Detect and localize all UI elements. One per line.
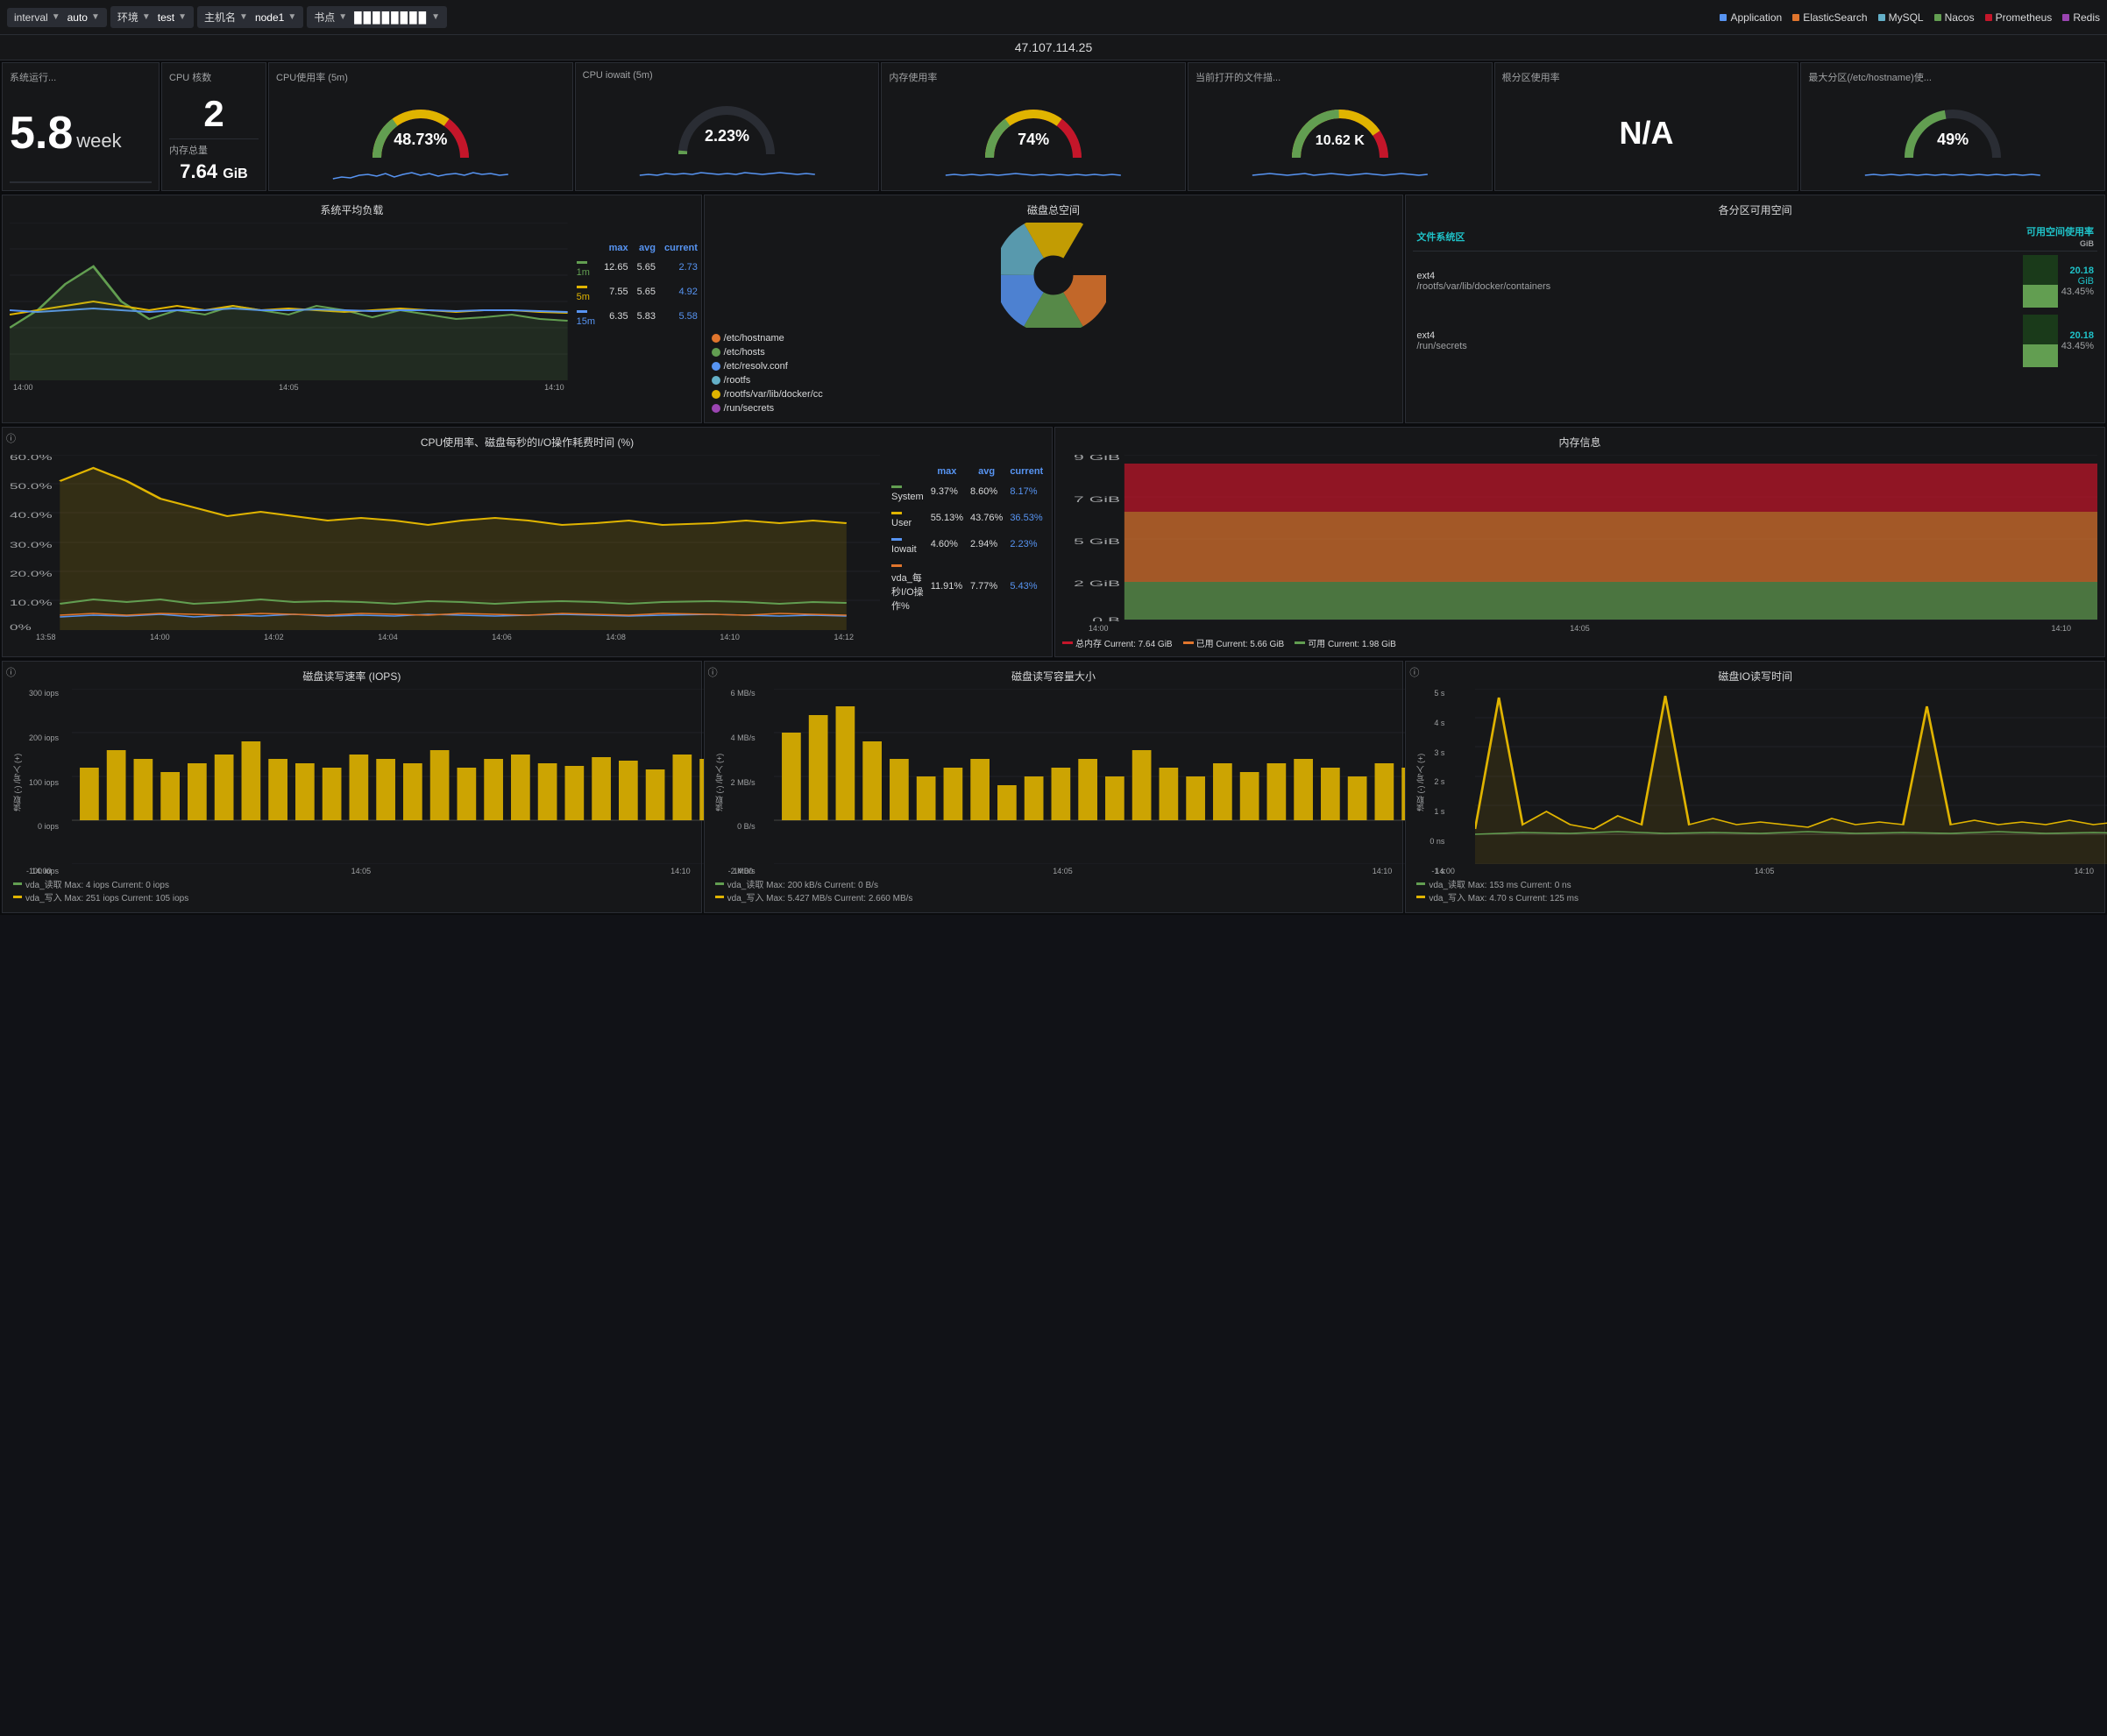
table-row: ext4/run/secrets 20.18 43.45% bbox=[1413, 311, 2097, 371]
elasticsearch-dot bbox=[1792, 14, 1799, 21]
mem-info-panel: 内存信息 9 GiB 7 GiB 5 GiB 2 GiB 0 B bbox=[1054, 427, 2105, 657]
cpu-cores-card: CPU 核数 2 内存总量 7.64 GiB bbox=[161, 62, 266, 191]
iops-info-icon: ⓘ bbox=[6, 665, 16, 679]
mem-gauge: 74% bbox=[889, 88, 1178, 167]
bottom-row: ⓘ 磁盘读写速率 (IOPS) 读取 (-) /写入 (+) 300 iops2… bbox=[0, 659, 2107, 915]
cpu5m-card: CPU使用率 (5m) 48.73% bbox=[268, 62, 573, 191]
svg-text:2 GiB: 2 GiB bbox=[1074, 579, 1120, 588]
nav-elasticsearch[interactable]: ElasticSearch bbox=[1792, 11, 1867, 24]
mem-usage-card: 内存使用率 74% bbox=[881, 62, 1186, 191]
nav-nacos[interactable]: Nacos bbox=[1934, 11, 1975, 24]
svg-text:50.0%: 50.0% bbox=[10, 482, 53, 491]
svg-text:20.0%: 20.0% bbox=[10, 570, 53, 578]
middle-row: 系统平均负载 bbox=[0, 193, 2107, 425]
svg-text:60.0%: 60.0% bbox=[10, 455, 53, 462]
cpu-io-panel: ⓘ CPU使用率、磁盘每秒的I/O操作耗费时间 (%) 60.0% 50.0% … bbox=[2, 427, 1053, 657]
nav-application[interactable]: Application bbox=[1720, 11, 1782, 24]
host-selector[interactable]: 主机名 ▼ node1 ▼ bbox=[197, 6, 303, 28]
nav-mysql[interactable]: MySQL bbox=[1878, 11, 1924, 24]
iops-panel: ⓘ 磁盘读写速率 (IOPS) 读取 (-) /写入 (+) 300 iops2… bbox=[2, 661, 702, 913]
svg-text:10.0%: 10.0% bbox=[10, 599, 53, 607]
max-partition-gauge: 49% bbox=[1808, 88, 2097, 167]
cpu-io-row: ⓘ CPU使用率、磁盘每秒的I/O操作耗费时间 (%) 60.0% 50.0% … bbox=[0, 425, 2107, 659]
svg-text:7 GiB: 7 GiB bbox=[1074, 495, 1120, 504]
svg-text:30.0%: 30.0% bbox=[10, 541, 53, 549]
svg-text:40.0%: 40.0% bbox=[10, 511, 53, 520]
stat-cards-row: 系统运行... 5.8 week CPU 核数 2 内存总量 7.64 GiB … bbox=[0, 60, 2107, 193]
application-dot bbox=[1720, 14, 1727, 21]
mem-legend: 总内存 Current: 7.64 GiB 已用 Current: 5.66 G… bbox=[1062, 636, 2097, 649]
env-selector[interactable]: 环境 ▼ test ▼ bbox=[110, 6, 194, 28]
interval-arrow: ▼ bbox=[52, 12, 60, 22]
host-banner: 47.107.114.25 bbox=[0, 35, 2107, 60]
partition-avail-panel: 各分区可用空间 文件系统区 可用空间使用率 GiB ext4/rootfs/va… bbox=[1405, 195, 2105, 423]
prometheus-dot bbox=[1985, 14, 1992, 21]
open-files-gauge: 10.62 K bbox=[1195, 88, 1485, 167]
nav-redis[interactable]: Redis bbox=[2062, 11, 2100, 24]
rw-size-panel: ⓘ 磁盘读写容量大小 读取 (-) /写入 (+) 6 MB/s4 MB/s2 … bbox=[704, 661, 1404, 913]
open-files-card: 当前打开的文件描... 10.62 K bbox=[1188, 62, 1493, 191]
node-selector[interactable]: 书点 ▼ ████████ ▼ bbox=[307, 6, 447, 28]
interval-selector[interactable]: interval ▼ auto ▼ bbox=[7, 8, 107, 27]
nav-right-links: Application ElasticSearch MySQL Nacos Pr… bbox=[1720, 11, 2100, 24]
io-time-info-icon: ⓘ bbox=[1409, 665, 1419, 679]
svg-text:0%: 0% bbox=[10, 623, 32, 630]
redis-dot bbox=[2062, 14, 2069, 21]
cpu-io-info-icon: ⓘ bbox=[6, 431, 16, 445]
svg-text:9 GiB: 9 GiB bbox=[1074, 455, 1120, 462]
max-partition-card: 最大分区(/etc/hostname)使... 49% bbox=[1800, 62, 2105, 191]
nav-prometheus[interactable]: Prometheus bbox=[1985, 11, 2053, 24]
root-partition-card: 根分区使用率 N/A bbox=[1494, 62, 1799, 191]
mysql-dot bbox=[1878, 14, 1885, 21]
cpu-iowait-card: CPU iowait (5m) 2.23% bbox=[575, 62, 880, 191]
interval-value-arrow: ▼ bbox=[91, 12, 100, 22]
uptime-card: 系统运行... 5.8 week bbox=[2, 62, 160, 191]
disk-list: /etc/hostname /etc/hosts /etc/resolv.con… bbox=[712, 331, 1396, 415]
nacos-dot bbox=[1934, 14, 1941, 21]
io-time-panel: ⓘ 磁盘IO读写时间 读取 (-) /写入 (+) 5 s4 s3 s2 s1 … bbox=[1405, 661, 2105, 913]
sys-load-panel: 系统平均负载 bbox=[2, 195, 702, 423]
svg-text:0 B: 0 B bbox=[1092, 616, 1120, 621]
rw-size-info-icon: ⓘ bbox=[708, 665, 718, 679]
cpu-iowait-gauge: 2.23% bbox=[583, 84, 872, 163]
cpu5m-gauge: 48.73% bbox=[276, 88, 565, 167]
top-nav: interval ▼ auto ▼ 环境 ▼ test ▼ 主机名 ▼ node… bbox=[0, 0, 2107, 35]
svg-text:5 GiB: 5 GiB bbox=[1074, 537, 1120, 546]
table-row: ext4/rootfs/var/lib/docker/containers 20… bbox=[1413, 252, 2097, 312]
disk-total-panel: 磁盘总空间 /etc/hostname /etc/hosts /etc/reso… bbox=[704, 195, 1404, 423]
